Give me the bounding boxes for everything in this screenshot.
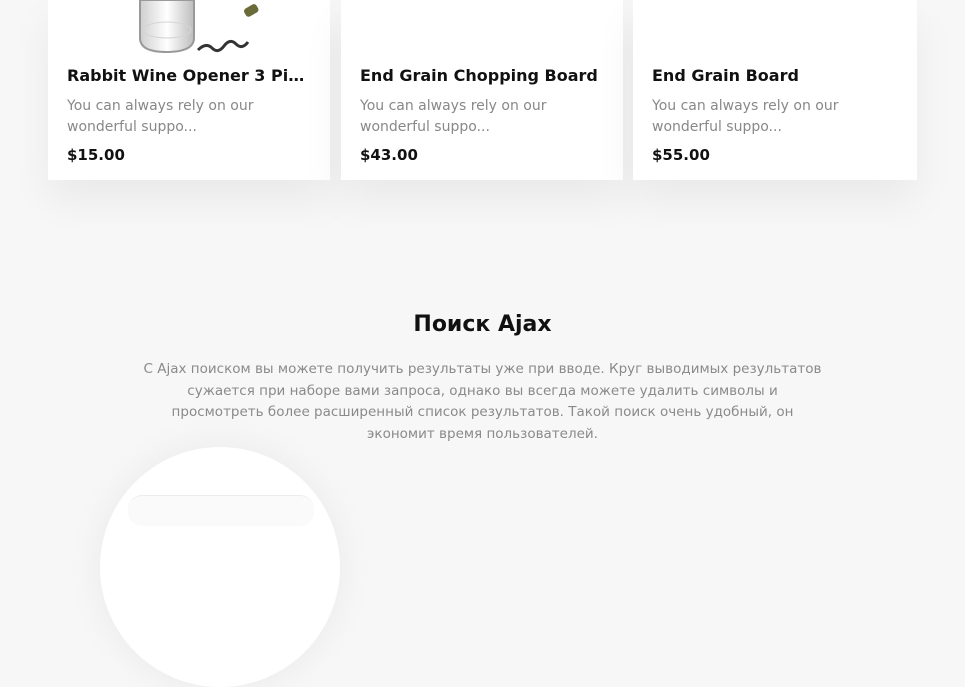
product-description: You can always rely on our wonderful sup… [652,98,839,135]
product-card[interactable]: End Grain Chopping Board You can always … [341,0,623,180]
product-description: You can always rely on our wonderful sup… [67,98,254,135]
product-card[interactable]: Rabbit Wine Opener 3 Piece Set You can a… [48,0,330,180]
product-price: $15.00 [67,146,125,164]
product-title[interactable]: End Grain Board [652,66,899,86]
product-title[interactable]: End Grain Chopping Board [360,66,605,86]
product-price: $55.00 [652,146,710,164]
product-title[interactable]: Rabbit Wine Opener 3 Piece Set [67,66,312,86]
ajax-search-heading: Поиск Ajax [413,312,552,337]
product-description: You can always rely on our wonderful sup… [360,98,547,135]
product-image[interactable] [48,0,330,58]
decorative-circle [100,447,340,687]
product-image[interactable] [633,0,917,58]
product-grid: Rabbit Wine Opener 3 Piece Set You can a… [48,0,917,180]
ajax-search-description: С Ajax поиском вы можете получить резуль… [143,361,822,442]
wine-opener-icon [139,0,259,54]
product-card[interactable]: End Grain Board You can always rely on o… [633,0,917,180]
product-image[interactable] [341,0,623,58]
product-price: $43.00 [360,146,418,164]
